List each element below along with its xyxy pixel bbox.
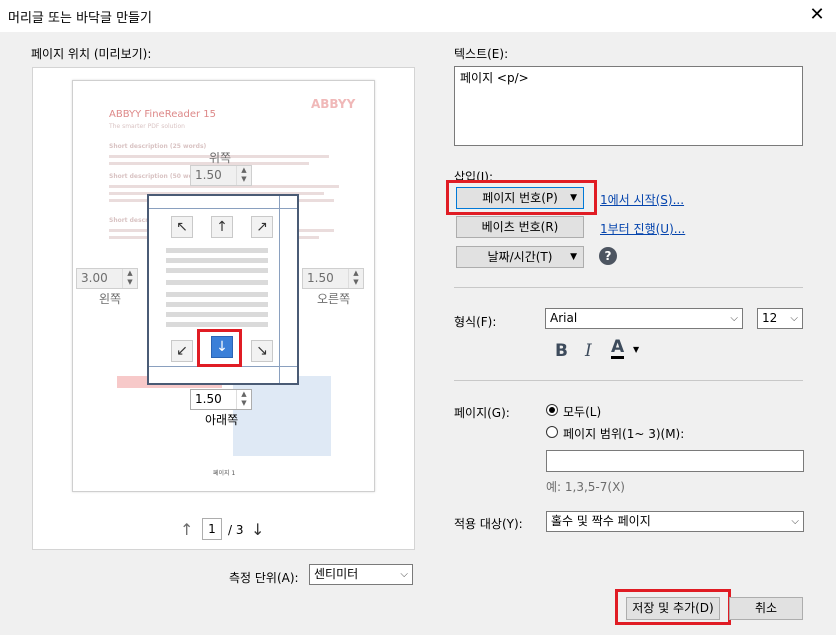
chevron-down-icon: ⌵ <box>790 313 798 324</box>
chevron-down-icon: ⌵ <box>730 313 738 324</box>
page-range-radio[interactable] <box>546 426 558 438</box>
bates-number-button[interactable]: 베이츠 번호(R) <box>456 216 584 238</box>
chevron-down-icon: ⌵ <box>791 516 799 527</box>
text-value: 페이지 <p/> <box>460 71 529 85</box>
page-range-label: 페이지 범위(1~ 3)(M): <box>563 427 685 441</box>
dropdown-arrow-icon: ▼ <box>570 252 577 262</box>
content-line <box>166 268 268 273</box>
preview-label: 페이지 위치 (미리보기): <box>31 47 152 61</box>
highlight-bottom-center <box>197 329 242 367</box>
datetime-button[interactable]: 날짜/시간(T) ▼ <box>456 246 584 268</box>
content-line <box>166 312 268 317</box>
page-number-input[interactable]: 1 <box>202 518 222 540</box>
cancel-button-label: 취소 <box>754 601 778 615</box>
text-label: 텍스트(E): <box>454 47 509 61</box>
bottom-left-arrow-icon[interactable]: ↙ <box>171 340 193 362</box>
bold-icon[interactable]: B <box>555 341 568 361</box>
separator <box>454 380 803 381</box>
font-size-select[interactable]: 12 ⌵ <box>757 308 803 329</box>
font-select[interactable]: Arial ⌵ <box>545 308 743 329</box>
spinner-arrows-icon[interactable]: ▲ ▼ <box>236 390 251 409</box>
start-at-link[interactable]: 1에서 시작(S)... <box>600 191 684 208</box>
doc-page-label: 페이지 1 <box>213 470 236 477</box>
doc-panel <box>233 376 331 456</box>
content-line <box>166 258 268 263</box>
left-margin-value: 3.00 <box>81 271 108 285</box>
bottom-margin-spinner[interactable]: 1.50 ▲ ▼ <box>190 389 252 410</box>
spinner-arrows-icon[interactable]: ▲ ▼ <box>348 269 363 288</box>
bates-button-label: 베이츠 번호(R) <box>481 220 559 234</box>
window-title: 머리글 또는 바닥글 만들기 <box>8 11 152 26</box>
close-icon[interactable]: ✕ <box>806 4 828 26</box>
pages-label: 페이지(G): <box>454 406 510 420</box>
spinner-arrows-icon[interactable]: ▲ ▼ <box>122 269 137 288</box>
page-range-example: 예: 1,3,5-7(X) <box>546 480 625 494</box>
top-margin-label: 위쪽 <box>209 151 232 165</box>
right-margin-label: 오른쪽 <box>317 292 351 306</box>
top-center-arrow-icon[interactable]: ↑ <box>211 216 233 238</box>
header-guide <box>149 208 297 209</box>
left-margin-label: 왼쪽 <box>99 292 122 306</box>
font-value: Arial <box>550 311 578 325</box>
page-range-input[interactable] <box>546 450 804 472</box>
right-guide <box>279 196 280 383</box>
doc-subtitle: The smarter PDF solution <box>109 123 185 130</box>
content-line <box>166 292 268 297</box>
apply-to-select[interactable]: 홀수 및 짝수 페이지 ⌵ <box>546 511 804 532</box>
font-size-value: 12 <box>762 311 778 325</box>
doc-logo: ABBYY <box>311 97 356 111</box>
right-margin-spinner[interactable]: 1.50 ▲ ▼ <box>302 268 364 289</box>
prev-page-icon[interactable]: ↑ <box>180 520 193 539</box>
separator <box>454 287 803 288</box>
format-label: 형식(F): <box>454 315 497 329</box>
apply-to-label: 적용 대상(Y): <box>454 517 523 531</box>
bottom-right-arrow-icon[interactable]: ↘ <box>251 340 273 362</box>
next-page-icon[interactable]: ↓ <box>251 520 264 539</box>
top-right-arrow-icon[interactable]: ↗ <box>251 216 273 238</box>
text-color-icon[interactable]: A <box>611 338 625 359</box>
units-label: 측정 단위(A): <box>229 571 299 585</box>
help-icon[interactable]: ? <box>599 247 617 265</box>
page-total: / 3 <box>228 523 244 537</box>
content-line <box>166 280 268 285</box>
chevron-down-icon[interactable]: ▼ <box>633 345 639 354</box>
highlight-save-button <box>615 589 731 625</box>
text-input[interactable]: 페이지 <p/> <box>454 66 803 146</box>
chevron-down-icon: ⌵ <box>400 569 408 580</box>
units-value: 센티미터 <box>314 567 359 581</box>
cancel-button[interactable]: 취소 <box>729 597 803 620</box>
all-pages-radio[interactable] <box>546 404 558 416</box>
right-margin-value: 1.50 <box>307 271 334 285</box>
bottom-margin-label: 아래쪽 <box>205 413 239 427</box>
datetime-button-label: 날짜/시간(T) <box>487 250 553 264</box>
content-line <box>166 302 268 307</box>
top-margin-value: 1.50 <box>195 168 222 182</box>
left-margin-spinner[interactable]: 3.00 ▲ ▼ <box>76 268 138 289</box>
content-line <box>166 322 268 327</box>
all-pages-label: 모두(L) <box>563 405 602 419</box>
apply-to-value: 홀수 및 짝수 페이지 <box>551 514 651 528</box>
content-line <box>166 248 268 253</box>
doc-heading-1: Short description (25 words) <box>109 143 207 150</box>
italic-icon[interactable]: I <box>585 341 592 361</box>
top-left-arrow-icon[interactable]: ↖ <box>171 216 193 238</box>
spinner-arrows-icon[interactable]: ▲ ▼ <box>236 166 251 185</box>
increment-link[interactable]: 1부터 진행(U)... <box>600 220 685 237</box>
top-margin-spinner[interactable]: 1.50 ▲ ▼ <box>190 165 252 186</box>
doc-title: ABBYY FineReader 15 <box>109 109 216 120</box>
highlight-page-number <box>446 180 597 215</box>
units-select[interactable]: 센티미터 ⌵ <box>309 564 413 585</box>
bottom-margin-value: 1.50 <box>195 392 222 406</box>
